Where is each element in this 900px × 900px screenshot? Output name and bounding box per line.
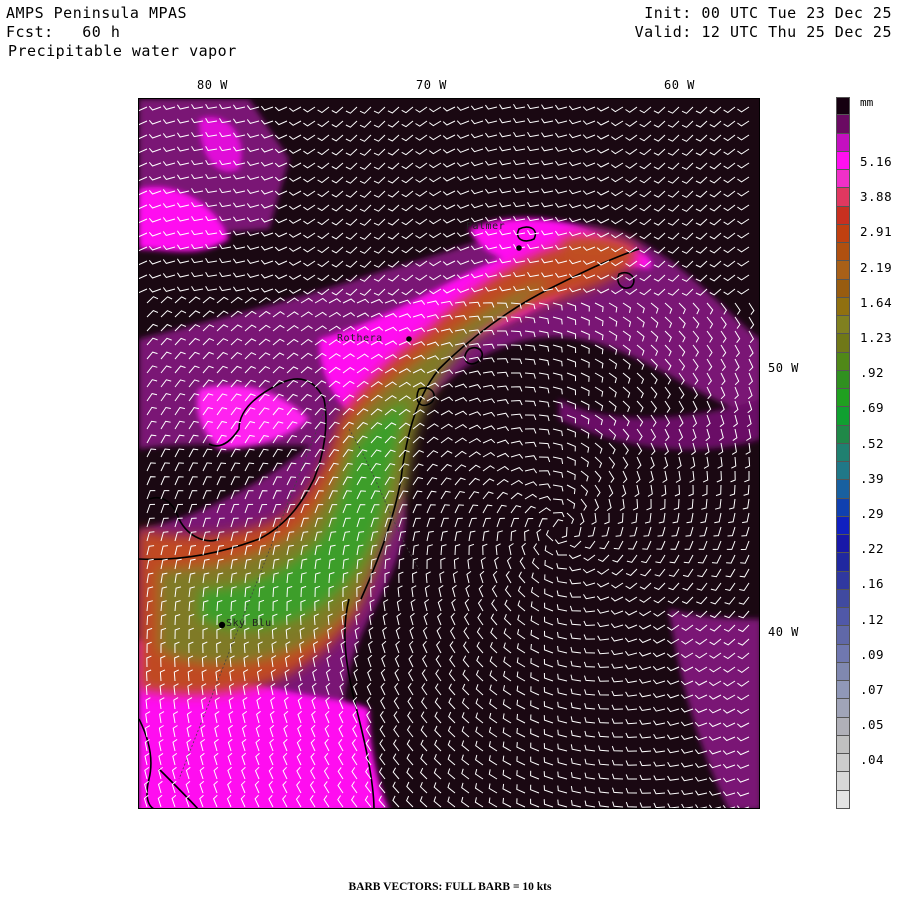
legend-label: .05 — [860, 717, 885, 733]
legend-swatch — [836, 644, 850, 663]
legend-label: 1.23 — [860, 330, 893, 345]
station-label-rothera: Rothera — [337, 333, 383, 344]
legend-swatch — [836, 133, 850, 152]
init-time: Init: 00 UTC Tue 23 Dec 25 — [644, 4, 892, 22]
legend-swatch — [836, 681, 850, 700]
legend-swatch — [836, 206, 850, 225]
legend-label: 3.88 — [860, 189, 893, 205]
legend-swatch — [836, 316, 850, 335]
legend-swatch — [836, 224, 850, 243]
legend-swatch — [836, 115, 850, 134]
legend-label: .04 — [860, 752, 885, 768]
map-panel — [138, 98, 760, 809]
valid-time: Valid: 12 UTC Thu 25 Dec 25 — [634, 23, 892, 41]
legend-swatch — [836, 717, 850, 736]
legend-label: 1.64 — [860, 294, 893, 310]
palmer-marker — [516, 245, 522, 251]
legend-swatch — [836, 370, 850, 389]
legend-swatch — [836, 589, 850, 608]
legend-label: .52 — [860, 435, 885, 451]
legend-label: .69 — [860, 400, 885, 416]
barb-vector-note: BARB VECTORS: FULL BARB = 10 kts — [348, 881, 552, 893]
legend-swatch — [836, 261, 850, 280]
legend-swatch — [836, 334, 850, 353]
legend-label: 2.19 — [860, 259, 893, 275]
legend-swatch — [836, 170, 850, 189]
forecast-hour: Fcst: 60 h — [6, 23, 121, 41]
legend-swatch — [836, 626, 850, 645]
legend-swatch — [836, 188, 850, 207]
legend-swatch — [836, 279, 850, 298]
lat-label-40w: 40 W — [768, 625, 799, 639]
legend-swatch — [836, 297, 850, 316]
legend-swatch — [836, 389, 850, 408]
legend-swatch — [836, 571, 850, 590]
lon-label-70w: 70 W — [416, 78, 447, 92]
legend-swatch — [836, 699, 850, 718]
legend-swatch — [836, 662, 850, 681]
legend-swatch — [836, 553, 850, 572]
legend-swatch — [836, 97, 850, 116]
legend-swatch — [836, 735, 850, 754]
legend-swatch — [836, 480, 850, 499]
legend-label: 2.91 — [860, 224, 893, 240]
legend-label: .12 — [860, 611, 885, 627]
station-label-palmer: Palmer — [466, 221, 506, 232]
legend-label: 5.16 — [860, 154, 893, 169]
rothera-marker — [406, 336, 412, 342]
lon-label-60w: 60 W — [664, 78, 695, 92]
color-legend — [836, 97, 851, 809]
legend-swatch — [836, 407, 850, 426]
legend-swatch — [836, 516, 850, 535]
legend-label: .07 — [860, 682, 885, 697]
legend-swatch — [836, 772, 850, 791]
legend-swatch — [836, 498, 850, 517]
sky-blu-marker — [218, 621, 226, 629]
legend-label: .39 — [860, 470, 885, 486]
legend-label: .22 — [860, 541, 885, 557]
legend-label: .92 — [860, 365, 885, 381]
legend-swatch — [836, 443, 850, 462]
legend-swatch — [836, 151, 850, 170]
legend-label: .09 — [860, 646, 885, 662]
legend-label: .16 — [860, 576, 885, 592]
legend-swatch — [836, 535, 850, 554]
precipitable-water-map — [139, 99, 759, 808]
legend-swatch — [836, 754, 850, 773]
station-label-sky-blu: Sky Blu — [226, 618, 272, 629]
legend-swatch — [836, 608, 850, 627]
field-name: Precipitable water vapor — [8, 42, 237, 60]
legend-label: .29 — [860, 506, 885, 521]
lon-label-80w: 80 W — [197, 78, 228, 92]
legend-swatch — [836, 352, 850, 371]
legend-swatch — [836, 462, 850, 481]
legend-swatch — [836, 790, 850, 809]
legend-swatch — [836, 243, 850, 262]
lat-label-50w: 50 W — [768, 361, 799, 375]
legend-unit: mm — [860, 96, 874, 109]
legend-swatch — [836, 425, 850, 444]
app-title: AMPS Peninsula MPAS — [6, 4, 188, 22]
